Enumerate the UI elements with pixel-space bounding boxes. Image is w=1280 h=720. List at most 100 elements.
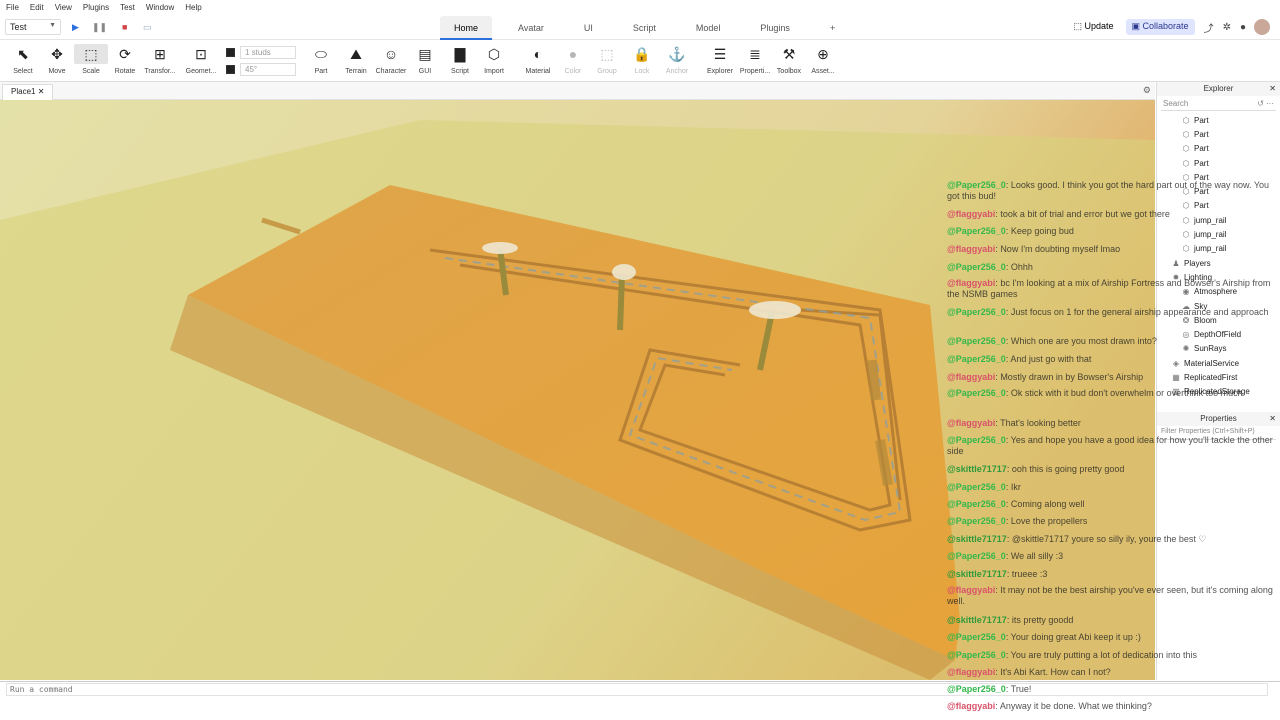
bloom-icon: ❂	[1182, 315, 1190, 325]
tool-part[interactable]: ⬭ Part	[304, 44, 338, 75]
tool-select[interactable]: ⬉ Select	[6, 44, 40, 75]
avatar[interactable]	[1254, 19, 1270, 35]
part-icon: ⬡	[1182, 172, 1190, 182]
tool-toolbox[interactable]: ⚒ Toolbox	[772, 44, 806, 75]
part-icon: ⬡	[1182, 129, 1190, 139]
explorer-search-input[interactable]: Search ↺ ⋯	[1161, 98, 1276, 111]
snap-rotate-checkbox[interactable]	[226, 65, 235, 74]
tool-character[interactable]: ☺ Character	[374, 44, 408, 75]
close-icon[interactable]: ✕	[38, 87, 45, 96]
tab-ui[interactable]: UI	[570, 16, 607, 40]
tab-home[interactable]: Home	[440, 16, 493, 40]
tab-script[interactable]: Script	[619, 16, 670, 40]
explorer-item-replicatedfirst[interactable]: ▦ ReplicatedFirst	[1157, 370, 1280, 384]
tab-avatar[interactable]: Avatar	[504, 16, 558, 40]
menu-item-help[interactable]: Help	[185, 3, 201, 12]
explorer-item-jumprail[interactable]: ⬡ jump_rail	[1157, 227, 1280, 241]
rotate-icon: ⟳	[119, 46, 131, 62]
tool-color[interactable]: ● Color	[556, 44, 590, 75]
tool-scale[interactable]: ⬚ Scale	[74, 44, 108, 75]
tool-explorer[interactable]: ☰ Explorer	[703, 44, 737, 75]
explorer-item-materialservice[interactable]: ◈ MaterialService	[1157, 356, 1280, 370]
snap-rotate-input[interactable]: 45°	[240, 63, 296, 76]
explorer-item-part[interactable]: ⬡ Part	[1157, 199, 1280, 213]
document-tab-place1[interactable]: Place1 ✕	[2, 84, 54, 100]
tool-anchor[interactable]: ⚓ Anchor	[660, 44, 694, 75]
tool-import[interactable]: ⬡ Import	[477, 44, 511, 75]
device-emulator-icon[interactable]: ▭	[143, 22, 152, 33]
properties-filter-input[interactable]: Filter Properties (Ctrl+Shift+P)	[1161, 428, 1276, 440]
material-service-icon: ◈	[1172, 358, 1180, 368]
settings-icon[interactable]: ✲	[1223, 22, 1231, 33]
tool-terrain[interactable]: ⛰ Terrain	[339, 44, 373, 75]
close-icon[interactable]: ✕	[1269, 412, 1276, 426]
more-icon[interactable]: ⋯	[1266, 99, 1274, 108]
tool-label: GUI	[418, 68, 432, 75]
explorer-item-jumprail[interactable]: ⬡ jump_rail	[1157, 242, 1280, 256]
explorer-item-part[interactable]: ⬡ Part	[1157, 127, 1280, 141]
menu-item-file[interactable]: File	[6, 3, 19, 12]
explorer-item-part[interactable]: ⬡ Part	[1157, 184, 1280, 198]
share-icon[interactable]: ⤴	[1204, 20, 1214, 35]
ribbon-tabs: Home Avatar UI Script Model Plugins +	[440, 14, 861, 40]
add-tab-button[interactable]: +	[816, 16, 849, 40]
explorer-item-part[interactable]: ⬡ Part	[1157, 113, 1280, 127]
lock-icon: 🔒	[633, 46, 651, 62]
properties-header: Properties ✕	[1157, 412, 1280, 426]
tool-lock[interactable]: 🔒 Lock	[625, 44, 659, 75]
3d-viewport[interactable]	[0, 100, 1155, 680]
tool-asset[interactable]: ⊕ Asset...	[806, 44, 840, 75]
explorer-item-depthoffield[interactable]: ◎ DepthOfField	[1157, 327, 1280, 341]
tool-properti[interactable]: ≣ Properti...	[738, 44, 772, 75]
play-icon[interactable]: ▶	[72, 22, 79, 33]
tool-geomet[interactable]: ⊡ Geomet...	[184, 44, 218, 75]
collaborate-button[interactable]: ▣ Collaborate	[1125, 19, 1195, 35]
explorer-item-sunrays[interactable]: ✺ SunRays	[1157, 342, 1280, 356]
explorer-item-replicatedstorage[interactable]: ▥ ReplicatedStorage	[1157, 385, 1280, 399]
viewport-settings-icon[interactable]: ⚙	[1143, 85, 1151, 96]
notifications-icon[interactable]: ●	[1240, 22, 1246, 33]
menu-item-view[interactable]: View	[55, 3, 72, 12]
stop-icon[interactable]: ■	[122, 22, 127, 32]
tool-script[interactable]: ▇ Script	[443, 44, 477, 75]
pause-icon[interactable]: ❚❚	[92, 22, 107, 33]
tool-transfor[interactable]: ⊞ Transfor...	[143, 44, 177, 75]
explorer-item-jumprail[interactable]: ⬡ jump_rail	[1157, 213, 1280, 227]
tool-group[interactable]: ⬚ Group	[590, 44, 624, 75]
snap-move-row: 1 studs	[226, 46, 296, 59]
explorer-item-part[interactable]: ⬡ Part	[1157, 156, 1280, 170]
context-select[interactable]: Test ▼	[5, 19, 61, 35]
history-icon[interactable]: ↺	[1257, 99, 1264, 108]
part-icon: ⬡	[1182, 158, 1190, 168]
close-icon[interactable]: ✕	[1269, 82, 1276, 96]
tool-label: Scale	[82, 68, 100, 75]
command-input[interactable]	[6, 683, 1268, 696]
explorer-item-atmosphere[interactable]: ◉ Atmosphere	[1157, 285, 1280, 299]
part-icon: ⬡	[1182, 201, 1190, 211]
menu-item-test[interactable]: Test	[120, 3, 135, 12]
update-button[interactable]: ⬚ Update	[1067, 19, 1119, 35]
menu-item-edit[interactable]: Edit	[30, 3, 44, 12]
tab-model[interactable]: Model	[682, 16, 735, 40]
snap-move-input[interactable]: 1 studs	[240, 46, 296, 59]
tool-material[interactable]: ◐ Material	[521, 44, 555, 75]
explorer-item-players[interactable]: ♟ Players	[1157, 256, 1280, 270]
explorer-item-bloom[interactable]: ❂ Bloom	[1157, 313, 1280, 327]
group-icon: ⬚	[600, 46, 614, 62]
tool-label: Import	[484, 68, 504, 75]
tool-gui[interactable]: ▤ GUI	[408, 44, 442, 75]
explorer-item-part[interactable]: ⬡ Part	[1157, 170, 1280, 184]
explorer-item-sky[interactable]: ☁ Sky	[1157, 299, 1280, 313]
explorer-item-lighting[interactable]: ✹ Lighting	[1157, 270, 1280, 284]
sky-icon: ☁	[1182, 301, 1190, 311]
tab-plugins[interactable]: Plugins	[746, 16, 804, 40]
explorer-panel: Explorer ✕ Search ↺ ⋯ ⬡ Part ⬡ Part ⬡ Part ⬡ Pa…	[1156, 82, 1280, 412]
tool-move[interactable]: ✥ Move	[40, 44, 74, 75]
menu-item-plugins[interactable]: Plugins	[83, 3, 109, 12]
tool-rotate[interactable]: ⟳ Rotate	[108, 44, 142, 75]
explorer-title: Explorer	[1203, 84, 1234, 93]
menu-item-window[interactable]: Window	[146, 3, 174, 12]
explorer-item-part[interactable]: ⬡ Part	[1157, 142, 1280, 156]
snap-move-checkbox[interactable]	[226, 48, 235, 57]
tool-label: Select	[13, 68, 33, 75]
